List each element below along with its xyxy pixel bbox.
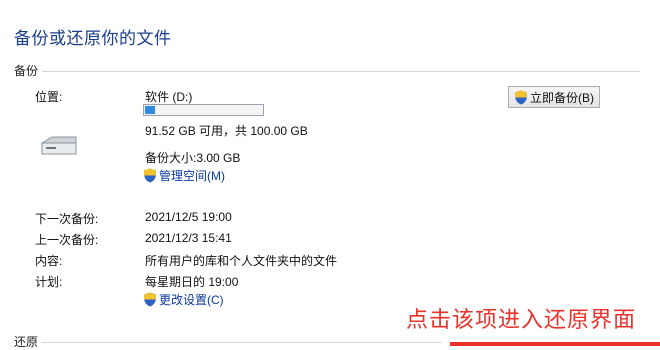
contents-value: 所有用户的库和个人文件夹中的文件 xyxy=(145,254,338,268)
uac-shield-icon xyxy=(144,168,156,183)
next-backup-value: 2021/12/5 19:00 xyxy=(145,210,232,224)
backup-size: 备份大小:3.00 GB xyxy=(145,151,241,165)
backup-now-label[interactable]: 立即备份(B) xyxy=(530,89,594,106)
annotation-highlight-bar xyxy=(450,342,660,346)
drive-free-space: 91.52 GB 可用，共 100.00 GB xyxy=(145,124,308,138)
manage-space-label[interactable]: 管理空间(M) xyxy=(159,167,225,184)
manage-space-link[interactable]: 管理空间(M) xyxy=(143,167,225,184)
change-settings-link[interactable]: 更改设置(C) xyxy=(143,291,224,308)
uac-shield-icon xyxy=(144,292,156,307)
next-backup-label: 下一次备份: xyxy=(35,212,99,226)
backup-now-button[interactable]: 立即备份(B) xyxy=(508,86,600,108)
page-title: 备份或还原你的文件 xyxy=(14,29,172,48)
backup-section-divider xyxy=(42,71,640,72)
last-backup-label: 上一次备份: xyxy=(35,233,99,247)
change-settings-label[interactable]: 更改设置(C) xyxy=(159,291,224,308)
location-label: 位置: xyxy=(35,90,63,104)
contents-label: 内容: xyxy=(35,254,63,268)
restore-section-heading[interactable]: 还原 xyxy=(14,333,38,350)
annotation-callout: 点击该项进入还原界面 xyxy=(406,307,637,332)
uac-shield-icon xyxy=(515,90,527,104)
drive-name: 软件 (D:) xyxy=(145,90,193,104)
schedule-value: 每星期日的 19:00 xyxy=(145,275,239,289)
last-backup-value: 2021/12/3 15:41 xyxy=(145,231,232,245)
drive-usage-bar xyxy=(143,104,264,116)
backup-section-heading: 备份 xyxy=(14,64,39,78)
drive-usage-fill xyxy=(145,106,155,114)
restore-section-divider xyxy=(42,342,442,343)
drive-icon xyxy=(40,136,77,155)
schedule-label: 计划: xyxy=(35,275,63,289)
